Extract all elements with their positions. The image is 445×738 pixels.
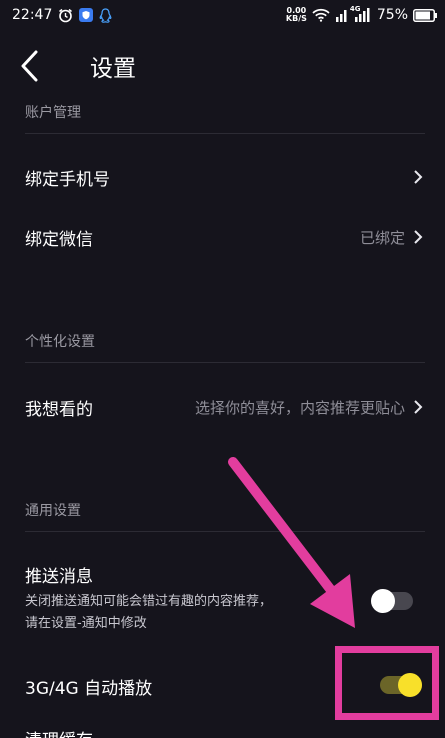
shield-app-icon (79, 8, 94, 22)
divider (25, 531, 425, 532)
toggle-knob (371, 589, 395, 613)
signal-4g-icon: 4G (350, 5, 372, 22)
divider (25, 362, 425, 363)
autoplay-label: 3G/4G 自动播放 (25, 678, 153, 699)
push-description-line2: 请在设置-通知中修改 (25, 616, 147, 631)
status-time: 22:47 (12, 7, 53, 23)
push-description-line1: 关闭推送通知可能会错过有趣的内容推荐， (25, 594, 273, 609)
chevron-right-icon (413, 399, 423, 415)
section-label-personal: 个性化设置 (25, 334, 95, 350)
bind-phone-label: 绑定手机号 (25, 169, 110, 190)
interests-row[interactable]: 我想看的 选择你的喜好，内容推荐更贴心 (0, 380, 445, 434)
interests-value: 选择你的喜好，内容推荐更贴心 (194, 398, 405, 417)
status-bar: 22:47 0.00 KB/S 4G 75% (0, 0, 445, 30)
divider (25, 133, 425, 134)
chevron-right-icon (413, 229, 423, 245)
bind-wechat-row[interactable]: 绑定微信 已绑定 (0, 210, 445, 264)
battery-text: 75% (376, 7, 408, 23)
signal-icon (335, 8, 349, 22)
back-button[interactable] (0, 40, 60, 92)
bind-wechat-value: 已绑定 (359, 228, 405, 247)
wifi-icon (312, 8, 330, 22)
chevron-right-icon (413, 169, 423, 185)
qq-icon (99, 7, 112, 23)
bind-wechat-label: 绑定微信 (25, 229, 93, 250)
clear-cache-label: 清理缓存 (25, 726, 93, 738)
interests-label: 我想看的 (25, 399, 93, 420)
section-label-general: 通用设置 (25, 503, 81, 519)
page-title: 设置 (90, 56, 136, 82)
back-arrow-icon (21, 50, 38, 82)
annotation-highlight-box (335, 646, 439, 720)
bind-phone-row[interactable]: 绑定手机号 (0, 150, 445, 204)
alarm-icon (58, 8, 73, 23)
push-toggle[interactable] (371, 589, 413, 613)
net-speed: 0.00 KB/S (285, 6, 307, 23)
section-label-account: 账户管理 (25, 105, 81, 121)
clear-cache-row[interactable]: 清理缓存 (0, 726, 445, 738)
push-label: 推送消息 (25, 567, 93, 587)
app-header: 设置 (0, 40, 445, 92)
battery-icon (413, 8, 437, 22)
